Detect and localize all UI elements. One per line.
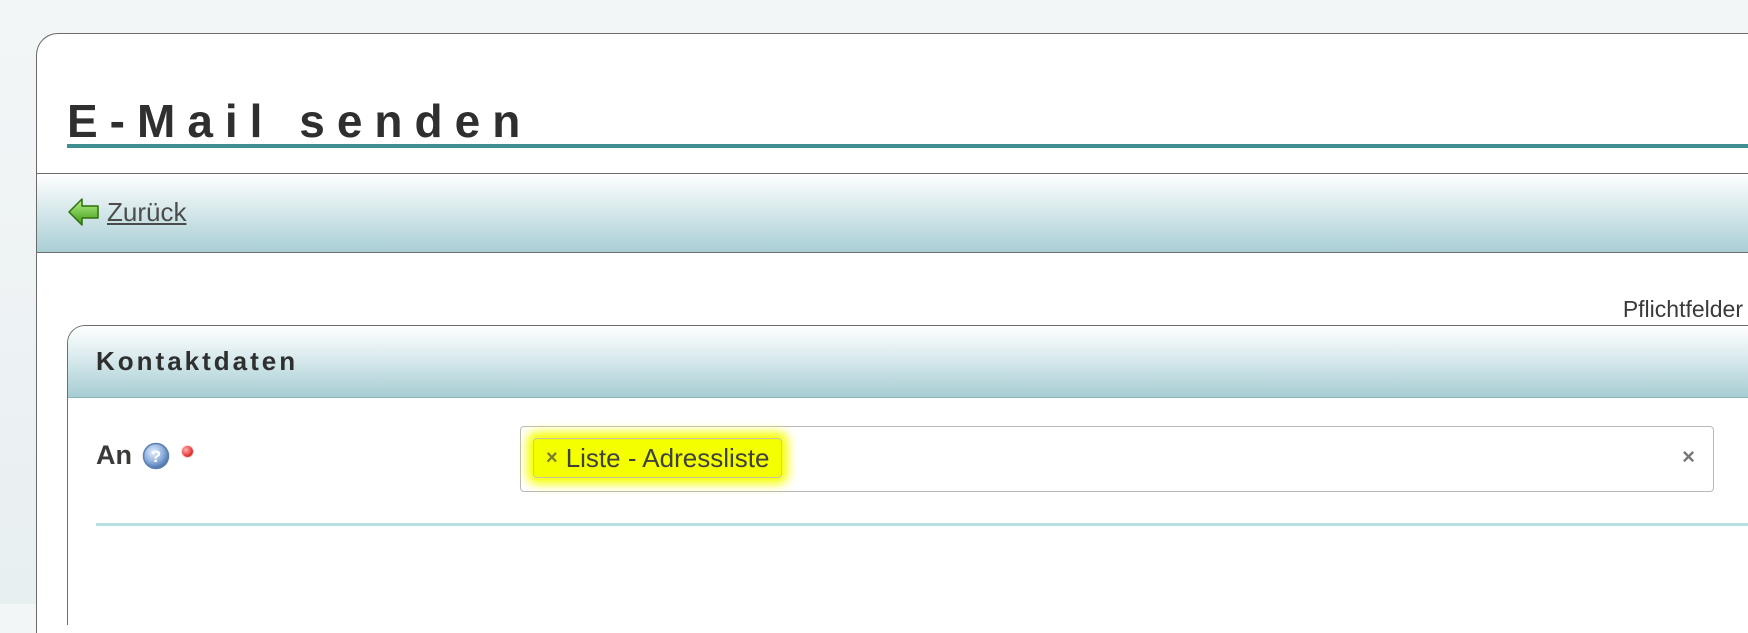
chip-remove-icon[interactable]: × <box>546 447 558 470</box>
field-label-to: An ? <box>96 440 193 471</box>
recipient-select[interactable]: × Liste - Adressliste × <box>520 426 1714 492</box>
field-label-text: An <box>96 440 132 470</box>
chip-label: Liste - Adressliste <box>565 442 770 473</box>
clear-selection-icon[interactable]: × <box>1682 444 1695 470</box>
title-divider <box>67 144 1748 148</box>
help-icon[interactable]: ? <box>142 442 170 470</box>
page-title: E-Mail senden <box>67 95 533 147</box>
svg-text:?: ? <box>151 447 161 466</box>
panel-header: Kontaktdaten <box>68 326 1748 398</box>
arrow-left-icon <box>67 196 101 228</box>
main-page: E-Mail senden Zurück Pflichtfelder Konta… <box>36 33 1748 633</box>
back-link-label: Zurück <box>107 196 187 227</box>
contact-panel: Kontaktdaten An ? × Liste - Adressliste … <box>67 325 1748 625</box>
required-dot-icon <box>182 446 193 457</box>
required-fields-label: Pflichtfelder <box>1622 296 1743 322</box>
row-divider <box>96 523 1748 526</box>
back-link[interactable]: Zurück <box>67 196 186 228</box>
required-fields-note: Pflichtfelder <box>1623 296 1748 323</box>
panel-title: Kontaktdaten <box>96 346 299 376</box>
toolbar: Zurück <box>37 173 1748 253</box>
selected-recipient-chip: × Liste - Adressliste <box>533 438 783 478</box>
field-row-to: An ? × Liste - Adressliste × <box>68 426 1748 492</box>
